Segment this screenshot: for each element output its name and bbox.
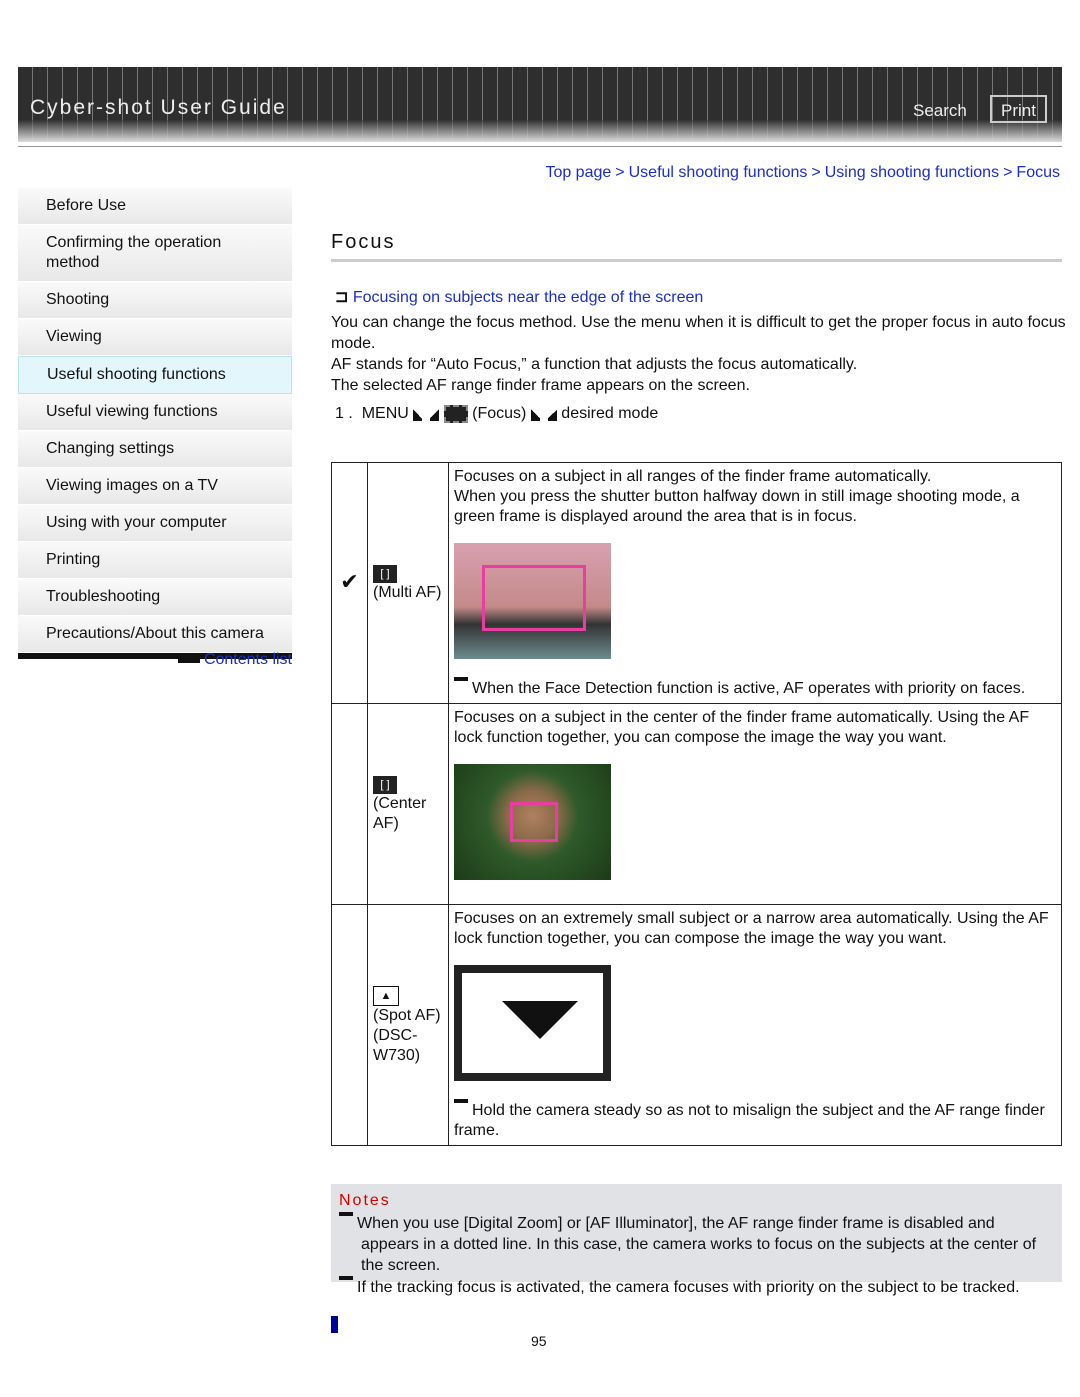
contents-list-link[interactable]: Contents list: [177, 651, 292, 669]
breadcrumb-top-page[interactable]: Top page: [545, 164, 611, 181]
check-icon: ✔: [340, 568, 359, 594]
sidebar-item-printing[interactable]: Printing: [18, 542, 292, 579]
page-number: 95: [531, 1333, 547, 1349]
bar-icon: [177, 656, 200, 663]
note-icon: [339, 1212, 353, 1228]
sidebar-item-tv[interactable]: Viewing images on a TV: [18, 468, 292, 505]
arrow-icon: [530, 405, 557, 422]
step-1: 1 . MENU (Focus) desired mode: [335, 405, 659, 423]
link-arrow-icon: ⊐: [335, 289, 353, 306]
sidebar-item-confirming[interactable]: Confirming the operation method: [18, 225, 292, 282]
center-af-example-image: [454, 764, 611, 880]
page-title: Focus: [331, 231, 396, 253]
sidebar-item-viewing[interactable]: Viewing: [18, 319, 292, 356]
sidebar-item-before-use[interactable]: Before Use: [18, 188, 292, 225]
intro-text: You can change the focus method. Use the…: [331, 314, 1066, 394]
page-marker: [331, 1316, 338, 1333]
divider: [18, 146, 1062, 147]
table-row: ✔ [ ] (Multi AF) Focuses on a subject in …: [331, 462, 1062, 704]
divider: [331, 259, 1062, 262]
spot-af-icon: ▲: [373, 985, 399, 1006]
note-item: When you use [Digital Zoom] or [AF Illum…: [339, 1212, 1054, 1276]
notes-box: Notes When you use [Digital Zoom] or [AF…: [331, 1184, 1062, 1296]
table-row: [ ] (Center AF) Focuses on a subject in t…: [331, 703, 1062, 905]
sidebar-item-shooting[interactable]: Shooting: [18, 282, 292, 319]
spot-af-example-image: [454, 965, 611, 1081]
breadcrumb-using-shooting[interactable]: Using shooting functions: [825, 164, 999, 181]
multi-af-example-image: [454, 543, 611, 659]
arrow-icon: [413, 405, 440, 422]
sidebar-item-precautions[interactable]: Precautions/About this camera: [18, 616, 292, 653]
sidebar-item-useful-shooting[interactable]: Useful shooting functions: [18, 356, 292, 394]
sidebar-item-useful-viewing[interactable]: Useful viewing functions: [18, 394, 292, 431]
focus-icon: [443, 405, 468, 423]
breadcrumb-focus[interactable]: Focus: [1016, 164, 1060, 181]
breadcrumb-useful-shooting[interactable]: Useful shooting functions: [629, 164, 808, 181]
notes-title: Notes: [339, 1192, 391, 1209]
breadcrumb: Top page > Useful shooting functions > Using…: [545, 164, 1060, 181]
related-link[interactable]: ⊐ Focusing on subjects near the edge of …: [335, 287, 703, 307]
search-button[interactable]: Search: [913, 101, 967, 121]
note-icon: [339, 1276, 353, 1292]
table-row: ▲ (Spot AF) (DSC-W730) Focuses on an extr…: [331, 904, 1062, 1146]
center-af-icon: [ ]: [373, 776, 397, 794]
sidebar: Before Use Confirming the operation meth…: [18, 188, 292, 659]
note-icon: [454, 1099, 468, 1115]
note-icon: [454, 677, 468, 693]
note-item: If the tracking focus is activated, the …: [339, 1276, 1054, 1298]
multi-af-icon: [ ]: [373, 565, 397, 583]
sidebar-item-troubleshooting[interactable]: Troubleshooting: [18, 579, 292, 616]
sidebar-item-computer[interactable]: Using with your computer: [18, 505, 292, 542]
print-button[interactable]: Print: [990, 95, 1047, 123]
app-title: Cyber-shot User Guide: [30, 96, 287, 119]
sidebar-item-changing-settings[interactable]: Changing settings: [18, 431, 292, 468]
focus-modes-table: ✔ [ ] (Multi AF) Focuses on a subject in …: [331, 462, 1062, 1146]
